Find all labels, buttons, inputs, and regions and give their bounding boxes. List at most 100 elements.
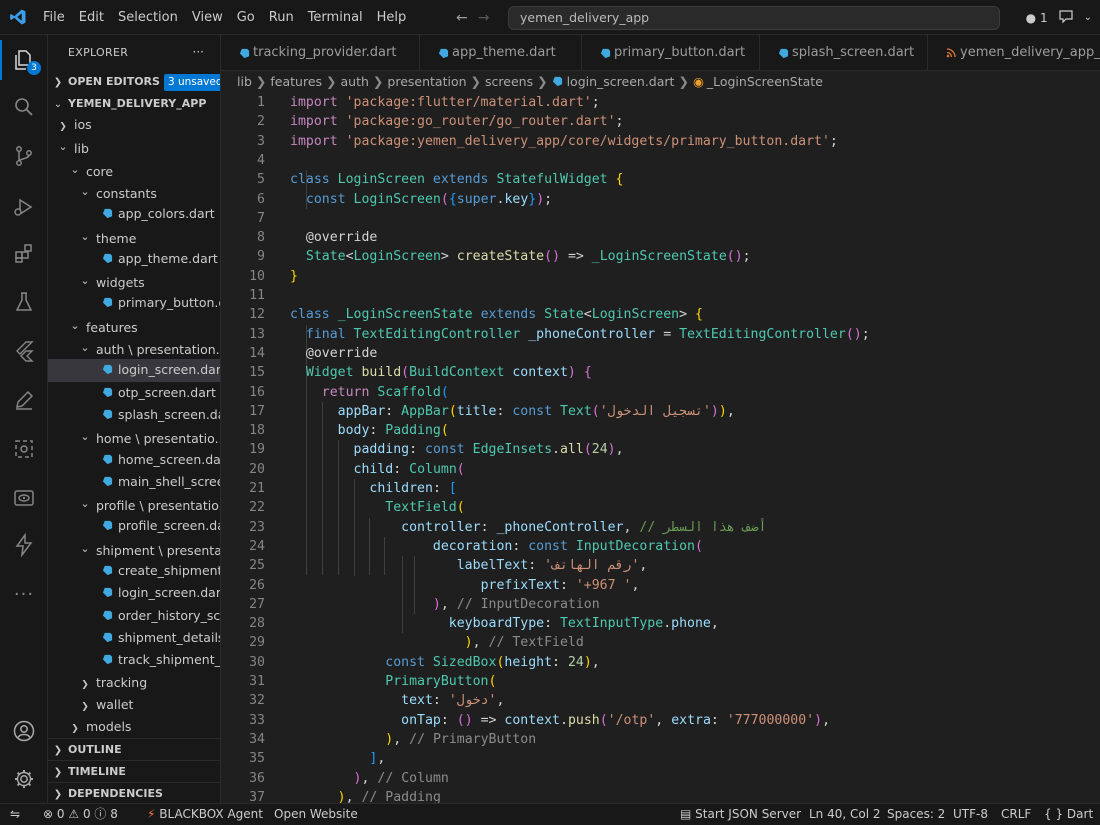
dart-icon — [102, 365, 113, 375]
code-line: 26 prefixText: '+967 ', — [221, 576, 1100, 595]
tree-folder[interactable]: ⌄ core — [48, 159, 220, 181]
tree-file[interactable]: otp_screen.dart — [48, 382, 220, 404]
command-center-search[interactable]: yemen_delivery_app — [508, 6, 1000, 30]
problems-indicator[interactable]: ⊗ 0 ⚠ 0 ⓘ 8 — [43, 804, 118, 825]
open-editors-header[interactable]: ❯ OPEN EDITORS 3 unsaved — [48, 71, 220, 93]
project-header[interactable]: ⌄ YEMEN_DELIVERY_APP — [48, 93, 220, 115]
breadcrumb-item[interactable]: screens — [485, 74, 533, 89]
tree-folder[interactable]: ❯ models — [48, 716, 220, 738]
breadcrumb-item[interactable]: lib — [237, 74, 252, 89]
tree-file[interactable]: app_colors.dart — [48, 203, 220, 225]
preview-icon[interactable] — [0, 478, 48, 518]
code-token: context — [512, 365, 568, 381]
menu-terminal[interactable]: Terminal — [301, 0, 370, 35]
tree-file[interactable]: app_theme.dart — [48, 248, 220, 270]
tree-file[interactable]: main_shell_screen.... — [48, 471, 220, 493]
tab-label: primary_button.dart — [614, 45, 746, 60]
tree-folder[interactable]: ⌄ profile \ presentatio... — [48, 493, 220, 515]
menu-run[interactable]: Run — [262, 0, 301, 35]
remote-explorer-icon[interactable] — [0, 429, 48, 469]
tree-file[interactable]: profile_screen.dart — [48, 515, 220, 537]
breadcrumb-file[interactable]: login_screen.dart — [567, 74, 675, 89]
tab-app-theme[interactable]: app_theme.dart — [420, 35, 582, 70]
language-mode[interactable]: { } Dart — [1044, 804, 1093, 825]
tree-folder[interactable]: ⌄ lib — [48, 136, 220, 158]
tree-file[interactable]: order_history_scre... — [48, 605, 220, 627]
menu-help[interactable]: Help — [370, 0, 414, 35]
tree-file[interactable]: home_screen.dart — [48, 449, 220, 471]
account-icon[interactable] — [0, 711, 48, 751]
breadcrumb-item[interactable]: auth — [341, 74, 369, 89]
tree-file[interactable]: primary_button.dart — [48, 292, 220, 314]
breadcrumb-item[interactable]: features — [270, 74, 322, 89]
breadcrumb-item[interactable]: presentation — [387, 74, 466, 89]
tree-folder[interactable]: ❯ ios — [48, 114, 220, 136]
extensions-icon[interactable] — [0, 234, 48, 274]
breadcrumb-symbol[interactable]: _LoginScreenState — [707, 74, 823, 89]
more-icon[interactable]: ··· — [0, 574, 48, 614]
json-server-item[interactable]: ▤ Start JSON Server — [680, 804, 801, 825]
run-debug-icon[interactable] — [0, 187, 48, 227]
tree-file[interactable]: shipment_details_... — [48, 627, 220, 649]
source-control-icon[interactable] — [0, 136, 48, 176]
code-token: '+967 ' — [575, 577, 632, 593]
settings-icon[interactable] — [0, 759, 48, 799]
flutter-icon[interactable] — [0, 331, 48, 371]
menu-file[interactable]: File — [36, 0, 72, 35]
tree-folder[interactable]: ❯ tracking — [48, 672, 220, 694]
code-text: } — [290, 267, 298, 286]
tree-file[interactable]: track_shipment_sc... — [48, 649, 220, 671]
chevron-down-icon[interactable]: ⌄ — [1084, 12, 1092, 23]
tree-file[interactable]: login_screen.dart — [48, 582, 220, 604]
tree-folder[interactable]: ⌄ auth \ presentation... — [48, 337, 220, 359]
notifications-indicator[interactable]: ● 1 — [1026, 11, 1048, 25]
menu-selection[interactable]: Selection — [111, 0, 185, 35]
tree-folder[interactable]: ⌄ theme — [48, 226, 220, 248]
open-website-item[interactable]: Open Website — [274, 804, 358, 825]
tree-item-label: features — [86, 319, 138, 335]
code-token: => — [472, 712, 505, 728]
tree-folder[interactable]: ❯ wallet — [48, 694, 220, 716]
encoding[interactable]: UTF-8 — [953, 804, 988, 825]
testing-icon[interactable] — [0, 282, 48, 322]
tab-primary-button[interactable]: primary_button.dart — [582, 35, 760, 70]
tab-tracking-provider[interactable]: tracking_provider.dart — [221, 35, 420, 70]
menu-go[interactable]: Go — [230, 0, 262, 35]
indentation[interactable]: Spaces: 2 — [887, 804, 945, 825]
timeline-header[interactable]: ❯ TIMELINE — [48, 760, 220, 782]
tree-folder[interactable]: ⌄ widgets — [48, 270, 220, 292]
outline-header[interactable]: ❯ OUTLINE — [48, 738, 220, 760]
tab-yemen-delivery-app-and[interactable]: yemen_delivery_app_and — [928, 35, 1100, 70]
search-icon[interactable] — [0, 87, 48, 127]
menu-view[interactable]: View — [185, 0, 230, 35]
line-number: 19 — [249, 442, 265, 458]
code-token: StatefulWidget — [496, 172, 616, 188]
blackbox-agent-item[interactable]: ⚡ BLACKBOX Agent — [147, 804, 263, 825]
tree-folder[interactable]: ⌄ home \ presentatio... — [48, 426, 220, 448]
code-text: labelText: 'رقم الهاتف', — [290, 556, 648, 575]
tree-folder[interactable]: ⌄ shipment \ presenta... — [48, 538, 220, 560]
explorer-icon[interactable] — [0, 40, 48, 80]
cursor-position[interactable]: Ln 40, Col 2 — [809, 804, 881, 825]
tree-folder[interactable]: ⌄ features — [48, 315, 220, 337]
tree-file[interactable]: splash_screen.dart — [48, 404, 220, 426]
tree-folder[interactable]: ⌄ constants — [48, 181, 220, 203]
menu-edit[interactable]: Edit — [72, 0, 111, 35]
code-editor[interactable]: 1 import 'package:flutter/material.dart';… — [221, 93, 1100, 803]
remote-indicator-icon[interactable]: ⇋ — [10, 804, 20, 825]
more-actions-icon[interactable]: ··· — [193, 35, 204, 70]
dependencies-header[interactable]: ❯ DEPENDENCIES — [48, 782, 220, 803]
copilot-chat-icon[interactable] — [1058, 8, 1074, 27]
code-token: ) — [432, 596, 441, 612]
code-line: 17 appBar: AppBar(title: const Text('تسج… — [221, 402, 1100, 421]
edit-icon[interactable] — [0, 380, 48, 420]
forward-arrow-icon[interactable]: → — [478, 10, 490, 26]
tree-file[interactable]: login_screen.dart — [48, 359, 220, 382]
tree-file[interactable]: create_shipment_s... — [48, 560, 220, 582]
tab-splash-screen[interactable]: splash_screen.dart — [760, 35, 928, 70]
line-endings[interactable]: CRLF — [1001, 804, 1031, 825]
back-arrow-icon[interactable]: ← — [456, 10, 468, 26]
bolt-icon[interactable] — [0, 525, 48, 565]
